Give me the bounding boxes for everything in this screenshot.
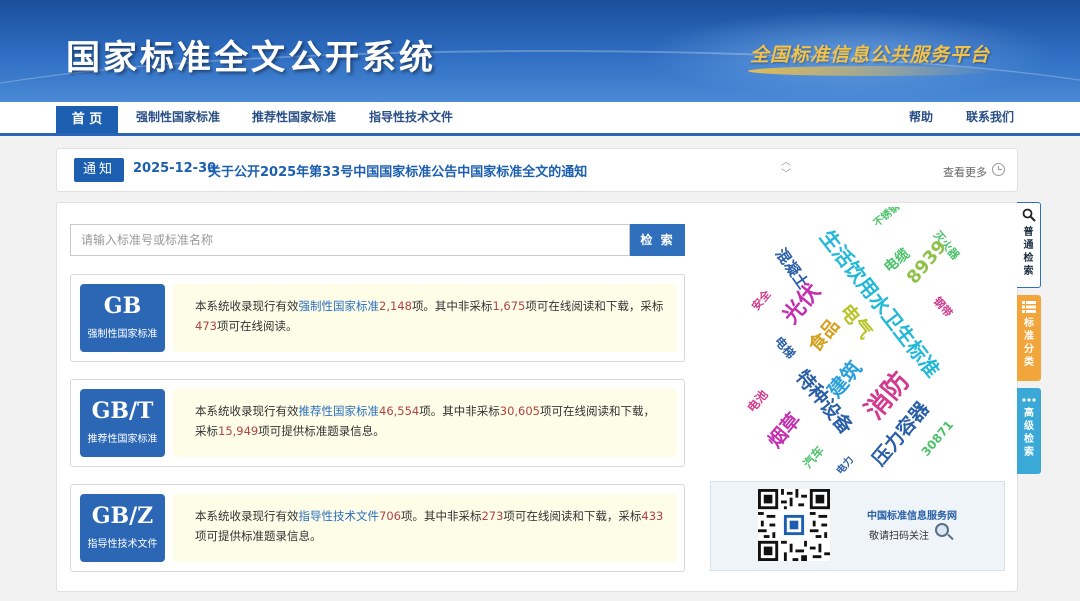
desc-type: 指导性技术文件: [298, 509, 380, 523]
cloud-word[interactable]: 不锈钢: [871, 207, 902, 229]
desc-text: 本系统收录现行有效: [195, 509, 299, 523]
cloud-word[interactable]: 钢带: [931, 294, 956, 320]
search-button[interactable]: 检 索: [630, 224, 685, 256]
desc-text: 项可在线阅读和下载，采标: [525, 299, 664, 313]
notice-date[interactable]: 2025-12-30: [133, 161, 216, 176]
standard-label: 强制性国家标准: [87, 329, 158, 340]
standard-card-gbt: GB/T 推荐性国家标准 本系统收录现行有效推荐性国家标准46,554项。其中非…: [70, 379, 685, 467]
desc-text: 项可在线阅读。: [216, 319, 298, 333]
desc-text: 项可在线阅读和下载，采标: [503, 509, 642, 523]
cloud-word[interactable]: 汽车: [800, 443, 827, 471]
cloud-word[interactable]: 电池: [744, 387, 771, 415]
desc-adopt-count: 473: [195, 319, 217, 333]
notice-tag: 通知: [74, 158, 124, 182]
magnifier-icon: [935, 523, 949, 537]
notice-more-link[interactable]: 查看更多: [943, 164, 987, 180]
desc-total: 2,148: [379, 299, 412, 313]
standard-card-gb: GB 强制性国家标准 本系统收录现行有效强制性国家标准2,148项。其中非采标1…: [70, 274, 685, 362]
nav-recommended-standards[interactable]: 推荐性国家标准: [252, 102, 336, 133]
nav-guidance-documents[interactable]: 指导性技术文件: [369, 102, 453, 133]
desc-text: 项可提供标准题录信息。: [258, 424, 385, 438]
main-panel: 请输入标准号或标准名称 检 索 GB 强制性国家标准 本系统收录现行有效强制性国…: [56, 202, 1018, 592]
cloud-word[interactable]: 安全: [749, 286, 775, 313]
cloud-word[interactable]: 30871: [919, 418, 957, 459]
standard-badge-gb[interactable]: GB 强制性国家标准: [80, 284, 165, 352]
cloud-word[interactable]: 光伏: [777, 278, 826, 329]
desc-adopt-count: 15,949: [218, 424, 259, 438]
side-tab-label: 普通检索: [1023, 227, 1034, 277]
side-tab-label: 标准分类: [1024, 318, 1034, 368]
side-tab-label: 高级检索: [1024, 408, 1034, 458]
desc-text: 项可提供标准题录信息。: [195, 529, 322, 543]
header-banner: 国家标准全文公开系统 全国标准信息公共服务平台: [0, 0, 1080, 102]
cloud-word[interactable]: 电梯: [772, 333, 799, 361]
qr-subtitle: 敬请扫码关注: [869, 531, 929, 542]
standard-badge-gbt[interactable]: GB/T 推荐性国家标准: [80, 389, 165, 457]
qr-code-image[interactable]: [758, 489, 830, 561]
qr-title: 中国标准信息服务网: [867, 511, 957, 522]
desc-text: 项。其中非采标: [419, 404, 500, 418]
desc-text: 本系统收录现行有效: [195, 404, 299, 418]
cloud-word[interactable]: 8939: [903, 236, 951, 288]
main-nav: 首 页 强制性国家标准 推荐性国家标准 指导性技术文件 帮助 联系我们: [0, 102, 1080, 136]
standard-code: GB: [103, 293, 142, 319]
site-title: 国家标准全文公开系统: [66, 38, 436, 78]
desc-type: 推荐性国家标准: [298, 404, 380, 418]
notice-scroll-arrows-icon[interactable]: ︿ ﹀: [779, 157, 793, 183]
standard-description: 本系统收录现行有效指导性技术文件706项。其中非采标273项可在线阅读和下载，采…: [173, 494, 677, 562]
site-slogan: 全国标准信息公共服务平台: [750, 44, 991, 66]
slogan-swoosh: [748, 66, 998, 76]
desc-text: 项。其中非采标: [400, 509, 482, 523]
standard-badge-gbz[interactable]: GB/Z 指导性技术文件: [80, 494, 165, 562]
desc-total: 46,554: [379, 404, 420, 418]
cloud-word[interactable]: 食品: [803, 314, 844, 356]
search-input[interactable]: 请输入标准号或标准名称: [70, 224, 630, 256]
standard-description: 本系统收录现行有效推荐性国家标准46,554项。其中非采标30,605项可在线阅…: [173, 389, 677, 457]
nav-mandatory-standards[interactable]: 强制性国家标准: [136, 102, 220, 133]
cloud-word[interactable]: 电力: [833, 453, 856, 477]
keyword-cloud: 混凝土 生活饮用水卫生标准 不锈钢 电缆 灭火器 8939 钢带 安全 光伏 电…: [744, 207, 963, 477]
side-tab-advanced-search[interactable]: 高级检索: [1017, 388, 1041, 474]
nav-help[interactable]: 帮助: [909, 102, 933, 133]
desc-read-count: 1,675: [492, 299, 526, 313]
standard-description: 本系统收录现行有效强制性国家标准2,148项。其中非采标1,675项可在线阅读和…: [173, 284, 677, 352]
desc-text: 项。其中非采标: [411, 299, 493, 313]
standard-code: GB/Z: [91, 503, 154, 529]
qr-code-panel: 中国标准信息服务网 敬请扫码关注: [710, 481, 1005, 571]
nav-contact-us[interactable]: 联系我们: [966, 102, 1014, 133]
notice-bar: 通知 2025-12-30 关于公开2025年第33号中国国家标准公告中国家标准…: [56, 148, 1018, 192]
search-icon: [1022, 208, 1036, 222]
desc-read-count: 273: [481, 509, 504, 523]
more-dots-icon: [1022, 398, 1036, 402]
clock-icon: [992, 163, 1005, 176]
standard-card-gbz: GB/Z 指导性技术文件 本系统收录现行有效指导性技术文件706项。其中非采标2…: [70, 484, 685, 572]
list-icon: [1022, 301, 1036, 313]
standard-label: 指导性技术文件: [87, 539, 158, 550]
desc-adopt-count: 433: [641, 509, 664, 523]
standard-code: GB/T: [91, 398, 154, 424]
nav-home[interactable]: 首 页: [56, 106, 118, 133]
side-tab-normal-search[interactable]: 普通检索: [1017, 202, 1041, 288]
notice-link[interactable]: 关于公开2025年第33号中国国家标准公告中国家标准全文的通知: [208, 161, 587, 180]
standard-label: 推荐性国家标准: [87, 434, 158, 445]
desc-text: 本系统收录现行有效: [195, 299, 299, 313]
side-tab-category[interactable]: 标准分类: [1017, 295, 1041, 381]
cloud-word[interactable]: 烟草: [763, 408, 805, 452]
desc-read-count: 30,605: [499, 404, 540, 418]
desc-total: 706: [379, 509, 401, 523]
desc-type: 强制性国家标准: [298, 299, 380, 313]
